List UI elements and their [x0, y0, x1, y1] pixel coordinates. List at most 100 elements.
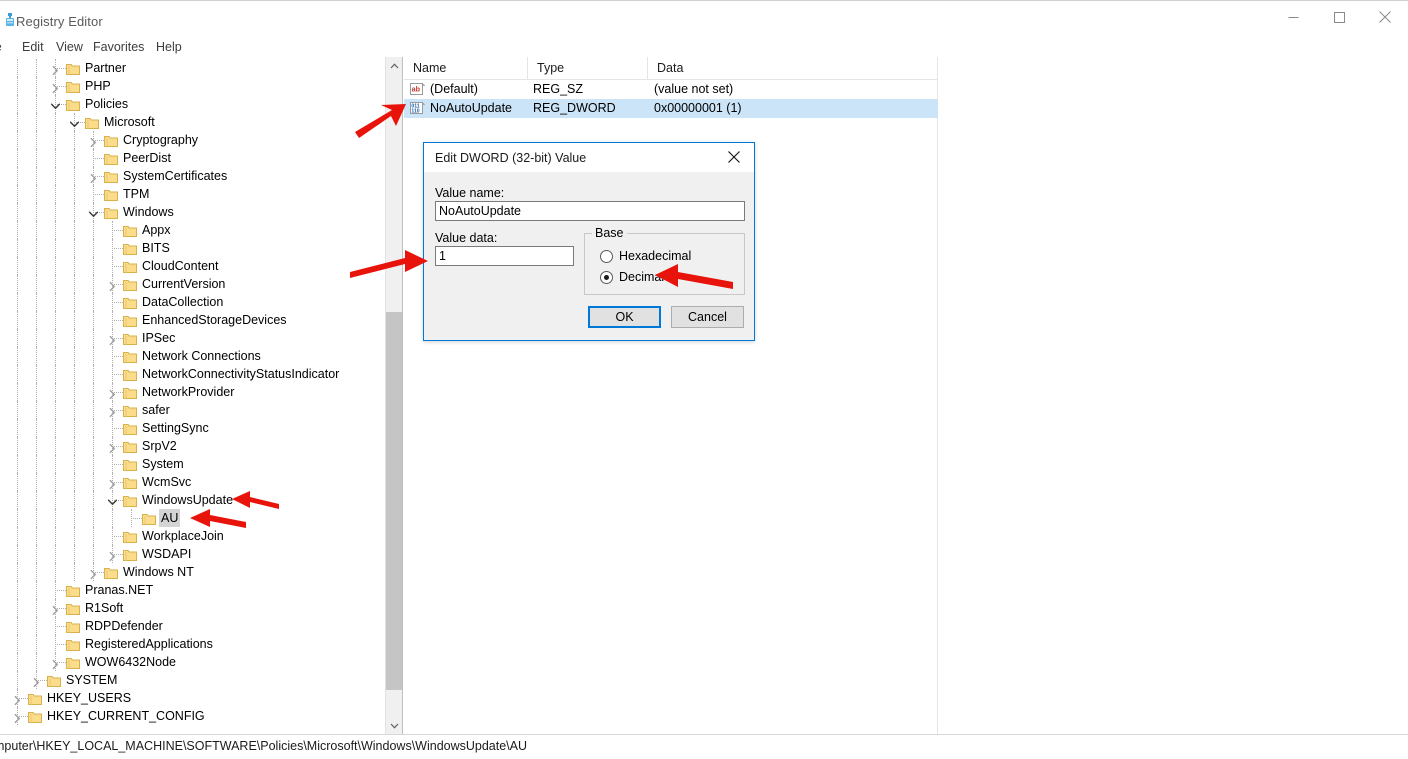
tree-item-label: TPM: [123, 187, 150, 201]
tree-expand-toggle[interactable]: [107, 333, 118, 346]
tree-item-microsoft[interactable]: Microsoft: [0, 113, 385, 131]
tree-item-enhancedstoragedevices[interactable]: EnhancedStorageDevices: [0, 311, 385, 329]
tree-expand-toggle[interactable]: [31, 675, 42, 688]
tree-item-php[interactable]: PHP: [0, 77, 385, 95]
value-name-input[interactable]: [435, 201, 745, 221]
tree-expand-toggle[interactable]: [50, 603, 61, 616]
tree-item-windows-nt[interactable]: Windows NT: [0, 563, 385, 581]
tree-item-windowsupdate[interactable]: WindowsUpdate: [0, 491, 385, 509]
tree-item-system[interactable]: System: [0, 455, 385, 473]
tree-item-cryptography[interactable]: Cryptography: [0, 131, 385, 149]
registry-editor-window: Registry Editor le Edit View Favorites H…: [0, 0, 1408, 759]
tree-item-peerdist[interactable]: PeerDist: [0, 149, 385, 167]
close-button[interactable]: [1362, 1, 1408, 33]
minimize-button[interactable]: [1270, 1, 1316, 33]
tree-expand-toggle[interactable]: [50, 63, 61, 76]
maximize-button[interactable]: [1316, 1, 1362, 33]
folder-icon: [123, 296, 137, 309]
tree-item-system[interactable]: SYSTEM: [0, 671, 385, 689]
tree-expand-toggle[interactable]: [12, 711, 23, 724]
registry-value-row[interactable]: 011 110 NoAutoUpdate REG_DWORD 0x00000001 (1…: [404, 99, 938, 118]
scroll-up-button[interactable]: [386, 57, 402, 74]
registry-tree-pane: Partner PHP Policies Microsoft Cryptography P…: [0, 57, 403, 734]
tree-collapse-toggle[interactable]: [69, 117, 80, 128]
tree-item-wcmsvc[interactable]: WcmSvc: [0, 473, 385, 491]
tree-expand-toggle[interactable]: [88, 135, 99, 148]
column-header-type[interactable]: Type: [528, 57, 648, 79]
radio-decimal-label: Decimal: [619, 270, 665, 284]
tree-expand-toggle[interactable]: [107, 387, 118, 400]
tree-vertical-scrollbar[interactable]: [385, 57, 402, 734]
tree-item-rdpdefender[interactable]: RDPDefender: [0, 617, 385, 635]
tree-item-settingsync[interactable]: SettingSync: [0, 419, 385, 437]
tree-collapse-toggle[interactable]: [88, 207, 99, 218]
tree-item-ipsec[interactable]: IPSec: [0, 329, 385, 347]
tree-expand-toggle[interactable]: [107, 405, 118, 418]
scrollbar-thumb[interactable]: [386, 312, 402, 690]
tree-expand-toggle[interactable]: [107, 441, 118, 454]
menu-item-file[interactable]: le: [0, 40, 2, 54]
tree-item-wsdapi[interactable]: WSDAPI: [0, 545, 385, 563]
value-data-input[interactable]: [435, 246, 574, 266]
tree-item-cloudcontent[interactable]: CloudContent: [0, 257, 385, 275]
tree-collapse-toggle[interactable]: [50, 99, 61, 110]
base-group-label: Base: [592, 226, 627, 240]
tree-expand-toggle[interactable]: [88, 567, 99, 580]
folder-icon: [123, 278, 137, 291]
tree-item-label: HKEY_CURRENT_CONFIG: [47, 709, 205, 723]
tree-item-registeredapplications[interactable]: RegisteredApplications: [0, 635, 385, 653]
tree-item-appx[interactable]: Appx: [0, 221, 385, 239]
tree-item-srpv2[interactable]: SrpV2: [0, 437, 385, 455]
radio-hexadecimal[interactable]: Hexadecimal: [600, 247, 691, 265]
tree-item-au[interactable]: AU: [0, 509, 385, 527]
tree-item-label: System: [142, 457, 184, 471]
column-header-name[interactable]: Name: [404, 57, 528, 79]
tree-expand-toggle[interactable]: [50, 81, 61, 94]
tree-item-workplacejoin[interactable]: WorkplaceJoin: [0, 527, 385, 545]
menu-item-help[interactable]: Help: [156, 40, 182, 54]
tree-expand-toggle[interactable]: [50, 657, 61, 670]
tree-expand-toggle[interactable]: [12, 693, 23, 706]
registry-value-row[interactable]: ab (Default) REG_SZ (value not set): [404, 80, 938, 99]
tree-item-networkconnectivitystatusindicator[interactable]: NetworkConnectivityStatusIndicator: [0, 365, 385, 383]
menu-item-edit[interactable]: Edit: [22, 40, 44, 54]
value-data-cell: 0x00000001 (1): [654, 101, 742, 115]
menu-item-favorites[interactable]: Favorites: [93, 40, 144, 54]
tree-item-pranas-net[interactable]: Pranas.NET: [0, 581, 385, 599]
tree-expand-toggle[interactable]: [107, 549, 118, 562]
tree-item-windows[interactable]: Windows: [0, 203, 385, 221]
tree-item-currentversion[interactable]: CurrentVersion: [0, 275, 385, 293]
dialog-close-button[interactable]: [714, 143, 754, 171]
tree-item-systemcertificates[interactable]: SystemCertificates: [0, 167, 385, 185]
tree-item-bits[interactable]: BITS: [0, 239, 385, 257]
folder-icon: [47, 674, 61, 687]
maximize-icon: [1333, 11, 1345, 23]
folder-icon: [104, 566, 118, 579]
tree-expand-toggle[interactable]: [88, 171, 99, 184]
menu-item-view[interactable]: View: [56, 40, 83, 54]
tree-item-partner[interactable]: Partner: [0, 59, 385, 77]
tree-expand-toggle[interactable]: [107, 279, 118, 292]
tree-item-hkey-current-config[interactable]: HKEY_CURRENT_CONFIG: [0, 707, 385, 725]
tree-item-hkey-users[interactable]: HKEY_USERS: [0, 689, 385, 707]
chevron-right-icon: [109, 443, 115, 454]
radio-decimal[interactable]: Decimal: [600, 268, 664, 286]
tree-collapse-toggle[interactable]: [107, 495, 118, 506]
tree-item-network-connections[interactable]: Network Connections: [0, 347, 385, 365]
tree-item-policies[interactable]: Policies: [0, 95, 385, 113]
tree-item-tpm[interactable]: TPM: [0, 185, 385, 203]
tree-item-datacollection[interactable]: DataCollection: [0, 293, 385, 311]
column-header-data[interactable]: Data: [648, 57, 938, 79]
folder-icon: [123, 548, 137, 561]
tree-item-wow6432node[interactable]: WOW6432Node: [0, 653, 385, 671]
registry-tree[interactable]: Partner PHP Policies Microsoft Cryptography P…: [0, 57, 385, 734]
scroll-down-button[interactable]: [386, 717, 402, 734]
tree-item-networkprovider[interactable]: NetworkProvider: [0, 383, 385, 401]
tree-expand-toggle[interactable]: [107, 477, 118, 490]
tree-item-safer[interactable]: safer: [0, 401, 385, 419]
ok-button[interactable]: OK: [588, 306, 661, 328]
folder-icon: [28, 710, 42, 723]
cancel-button[interactable]: Cancel: [671, 306, 744, 328]
list-column-divider: [937, 57, 938, 734]
tree-item-r1soft[interactable]: R1Soft: [0, 599, 385, 617]
